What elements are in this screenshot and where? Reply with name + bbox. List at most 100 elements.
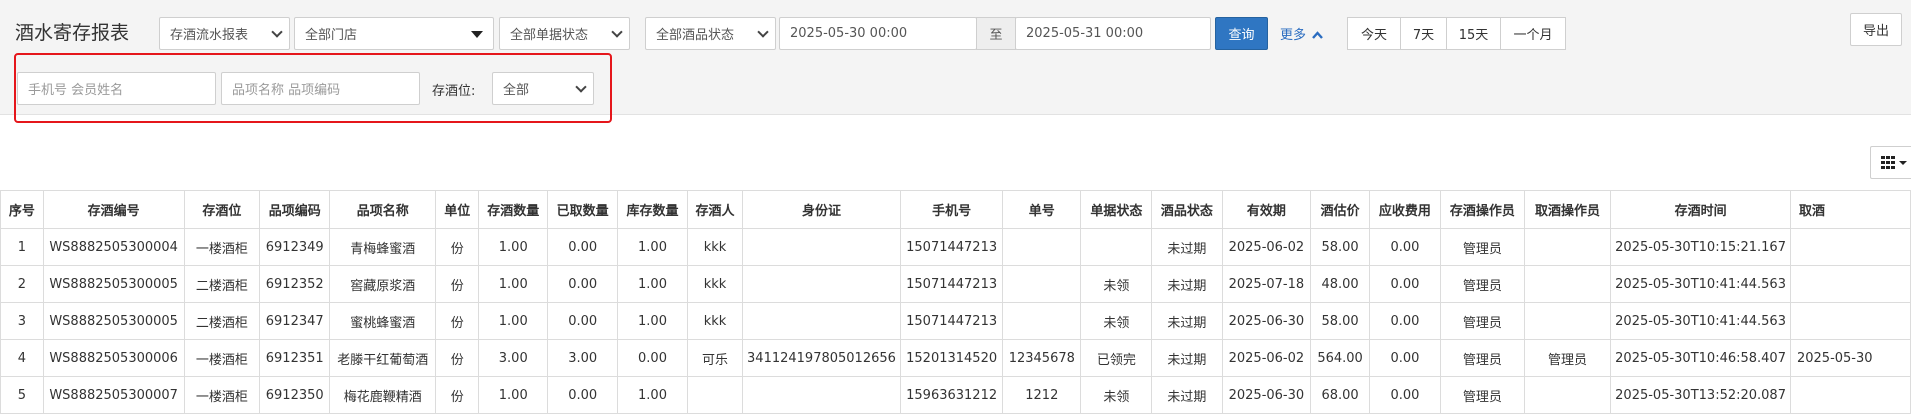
table-row[interactable]: 5 WS8882505300007 一楼酒柜 6912350 梅花鹿鞭精酒份 1.00 0.… bbox=[0, 376, 1911, 414]
column-header[interactable]: 手机号 bbox=[899, 190, 1004, 229]
column-header[interactable]: 存酒数量 bbox=[478, 190, 549, 229]
table-cell: 未领 bbox=[1080, 376, 1153, 414]
table-cell: WS8882505300006 bbox=[42, 339, 185, 377]
table-cell: 管理员 bbox=[1439, 228, 1525, 266]
table-cell: 蜜桃蜂蜜酒 bbox=[329, 302, 437, 340]
table-cell: 6912347 bbox=[259, 302, 331, 340]
table-cell: 0.00 bbox=[547, 302, 618, 340]
start-time-input[interactable]: 2025-05-30 00:00 bbox=[779, 17, 977, 50]
table-row[interactable]: 4 WS8882505300006 一楼酒柜 6912351 老滕干红葡萄酒份 3.00 3… bbox=[0, 339, 1911, 377]
report-type-value: 存酒流水报表 bbox=[170, 28, 249, 43]
column-header[interactable]: 酒估价 bbox=[1310, 190, 1370, 229]
table-cell bbox=[1523, 302, 1612, 340]
column-header[interactable]: 品项名称 bbox=[329, 190, 437, 229]
report-type-select[interactable]: 存酒流水报表 bbox=[159, 17, 290, 50]
column-header[interactable]: 存酒位 bbox=[183, 190, 261, 229]
wine-status-value: 全部酒品状态 bbox=[656, 28, 735, 43]
more-toggle[interactable]: 更多 bbox=[1280, 24, 1324, 43]
table-cell: 青梅蜂蜜酒 bbox=[329, 228, 437, 266]
table-cell bbox=[1080, 228, 1153, 266]
table-cell: 564.00 bbox=[1310, 339, 1370, 377]
table-row[interactable]: 3 WS8882505300005 二楼酒柜 6912347 蜜桃蜂蜜酒份 1.00 0.0… bbox=[0, 302, 1911, 340]
table-cell: 2025-05-30T10:46:58.407 bbox=[1610, 339, 1791, 377]
table-cell: 1.00 bbox=[616, 265, 689, 303]
column-header[interactable]: 已取数量 bbox=[547, 190, 618, 229]
column-header[interactable]: 品项编码 bbox=[259, 190, 331, 229]
columns-toggle-button[interactable] bbox=[1870, 146, 1911, 179]
column-header[interactable]: 取酒操作员 bbox=[1523, 190, 1612, 229]
range-month-button[interactable]: 一个月 bbox=[1500, 17, 1566, 50]
table-cell: 份 bbox=[435, 265, 480, 303]
order-status-value: 全部单据状态 bbox=[510, 28, 589, 43]
table-cell: 管理员 bbox=[1439, 265, 1525, 303]
table-cell bbox=[1523, 228, 1612, 266]
table-cell bbox=[742, 228, 901, 266]
quick-range-group: 今天 7天 15天 一个月 bbox=[1347, 17, 1566, 50]
table-cell: 15963631212 bbox=[899, 376, 1004, 414]
column-header[interactable]: 存酒操作员 bbox=[1439, 190, 1525, 229]
table-cell: 1 bbox=[0, 228, 44, 266]
chevron-down-icon bbox=[757, 26, 769, 38]
table-cell: 2025-05-30T13:52:20.087 bbox=[1610, 376, 1791, 414]
chevron-up-icon bbox=[1312, 31, 1324, 39]
table-cell: 1.00 bbox=[478, 228, 549, 266]
table-cell: 2025-07-18 bbox=[1221, 265, 1312, 303]
table-cell bbox=[742, 302, 901, 340]
table-cell: 0.00 bbox=[1368, 376, 1441, 414]
highlight-box bbox=[14, 53, 612, 123]
table-cell: 0.00 bbox=[1368, 265, 1441, 303]
table-cell bbox=[742, 376, 901, 414]
table-cell: 0.00 bbox=[547, 228, 618, 266]
end-time-value: 2025-05-31 00:00 bbox=[1026, 26, 1144, 41]
column-header[interactable]: 存酒编号 bbox=[42, 190, 185, 229]
table-cell: 2025-05-30T10:41:44.563 bbox=[1610, 302, 1791, 340]
table-cell bbox=[1002, 302, 1082, 340]
table-cell: 3.00 bbox=[478, 339, 549, 377]
table-cell: 48.00 bbox=[1310, 265, 1370, 303]
store-select[interactable]: 全部门店 bbox=[294, 17, 494, 50]
table-cell: 可乐 bbox=[687, 339, 743, 377]
table-cell bbox=[1789, 265, 1911, 303]
table-cell: 15071447213 bbox=[899, 228, 1004, 266]
table-cell: 一楼酒柜 bbox=[183, 376, 261, 414]
export-button[interactable]: 导出 bbox=[1850, 13, 1902, 46]
table-cell: 1.00 bbox=[616, 228, 689, 266]
caret-down-icon bbox=[1899, 160, 1907, 165]
order-status-select[interactable]: 全部单据状态 bbox=[499, 17, 630, 50]
column-header[interactable]: 单位 bbox=[435, 190, 480, 229]
column-header[interactable]: 身份证 bbox=[742, 190, 901, 229]
table-cell: kkk bbox=[687, 302, 743, 340]
table-cell: 1.00 bbox=[616, 302, 689, 340]
table-cell: 0.00 bbox=[547, 265, 618, 303]
table-row[interactable]: 1 WS8882505300004 一楼酒柜 6912349 青梅蜂蜜酒份 1.00 0.0… bbox=[0, 228, 1911, 266]
column-header[interactable]: 存酒人 bbox=[687, 190, 743, 229]
table-cell: 管理员 bbox=[1439, 376, 1525, 414]
search-button[interactable]: 查询 bbox=[1215, 17, 1268, 50]
table-row[interactable]: 2 WS8882505300005 二楼酒柜 6912352 窖藏原浆酒份 1.00 0.0… bbox=[0, 265, 1911, 303]
table-cell: 2025-06-02 bbox=[1221, 339, 1312, 377]
column-header[interactable]: 酒品状态 bbox=[1151, 190, 1223, 229]
column-header[interactable]: 有效期 bbox=[1221, 190, 1312, 229]
table-cell: 老滕干红葡萄酒 bbox=[329, 339, 437, 377]
table-cell: 4 bbox=[0, 339, 44, 377]
column-header[interactable]: 取酒 bbox=[1789, 190, 1911, 229]
grid-icon bbox=[1881, 156, 1895, 169]
table-cell: 未过期 bbox=[1151, 302, 1223, 340]
wine-status-select[interactable]: 全部酒品状态 bbox=[645, 17, 776, 50]
column-header[interactable]: 库存数量 bbox=[616, 190, 689, 229]
table-cell: 6912350 bbox=[259, 376, 331, 414]
range-15d-button[interactable]: 15天 bbox=[1446, 17, 1501, 50]
column-header[interactable]: 单据状态 bbox=[1080, 190, 1153, 229]
table-cell: 58.00 bbox=[1310, 302, 1370, 340]
table-cell: 二楼酒柜 bbox=[183, 265, 261, 303]
column-header[interactable]: 存酒时间 bbox=[1610, 190, 1791, 229]
table-cell: 2025-06-30 bbox=[1221, 376, 1312, 414]
column-header[interactable]: 应收费用 bbox=[1368, 190, 1441, 229]
range-7d-button[interactable]: 7天 bbox=[1400, 17, 1447, 50]
table-cell bbox=[1789, 228, 1911, 266]
column-header[interactable]: 序号 bbox=[0, 190, 44, 229]
range-today-button[interactable]: 今天 bbox=[1347, 17, 1401, 50]
end-time-input[interactable]: 2025-05-31 00:00 bbox=[1015, 17, 1211, 50]
column-header[interactable]: 单号 bbox=[1002, 190, 1082, 229]
table-cell: 1212 bbox=[1002, 376, 1082, 414]
